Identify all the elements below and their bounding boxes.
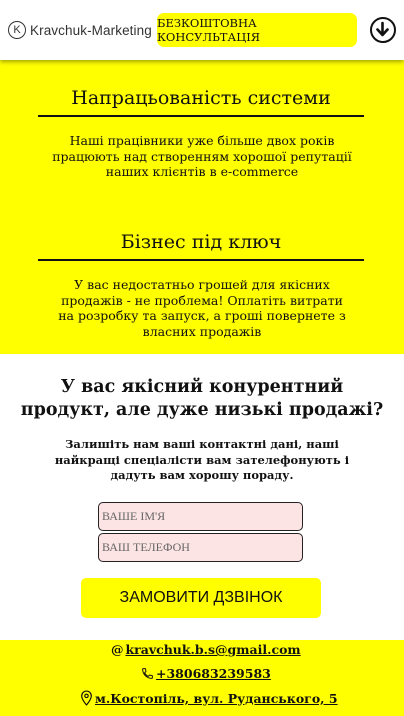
email-link[interactable]: kravchuk.b.s@gmail.com xyxy=(126,642,301,657)
feature-title: Напрацьованість системи xyxy=(38,87,364,117)
phone-input[interactable] xyxy=(98,533,303,562)
address-link[interactable]: м.Костопіль, вул. Руданського, 5 xyxy=(95,691,338,706)
form-title: У вас якісний конурентний продукт, але д… xyxy=(20,377,384,420)
order-call-button[interactable]: ЗАМОВИТИ ДЗВІНОК xyxy=(81,578,321,618)
logo-mark: K xyxy=(8,21,26,39)
contact-address: м.Костопіль, вул. Руданського, 5 xyxy=(80,690,338,706)
feature-text: Наші працівники уже більше двох років пр… xyxy=(52,133,352,179)
contact-email: @ kravchuk.b.s@gmail.com xyxy=(111,642,301,657)
email-icon: @ xyxy=(111,642,124,657)
site-header: K Kravchuk-Marketing БЕЗКОШТОВНА КОНСУЛЬ… xyxy=(0,0,404,60)
footer-contacts: @ kravchuk.b.s@gmail.com +380683239583 м… xyxy=(0,640,404,716)
arrow-down-icon xyxy=(376,21,389,37)
free-consultation-button[interactable]: БЕЗКОШТОВНА КОНСУЛЬТАЦІЯ xyxy=(157,13,357,47)
location-pin-icon xyxy=(81,690,92,706)
logo[interactable]: K Kravchuk-Marketing xyxy=(8,19,152,41)
phone-icon xyxy=(142,668,153,679)
scroll-down-button[interactable] xyxy=(370,17,396,43)
feature-title: Бізнес під ключ xyxy=(38,231,364,261)
form-subtitle: Залишіть нам ваші контактні дані, наші н… xyxy=(54,437,350,482)
phone-link[interactable]: +380683239583 xyxy=(156,666,271,681)
feature-text: У вас недостатньо грошей для якісних про… xyxy=(58,277,346,339)
logo-text: Kravchuk-Marketing xyxy=(30,22,152,38)
features-section: Напрацьованість системи Наші працівники … xyxy=(0,60,404,354)
contact-phone: +380683239583 xyxy=(141,666,271,681)
name-input[interactable] xyxy=(98,502,303,531)
